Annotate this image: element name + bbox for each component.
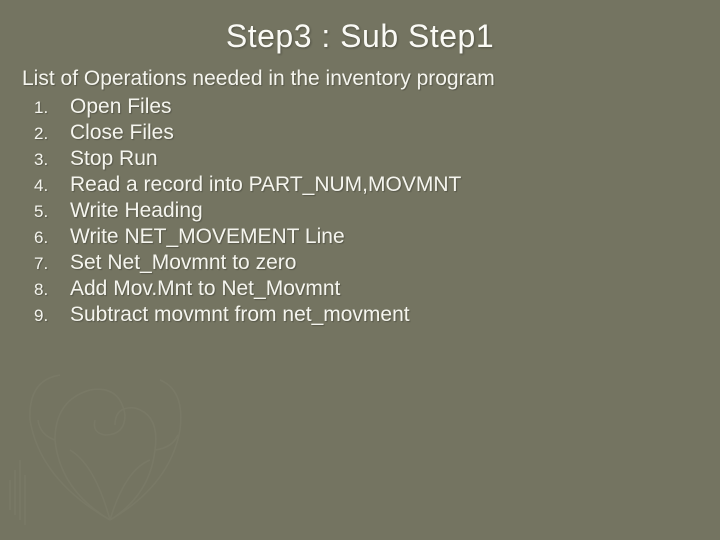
slide-subtitle: List of Operations needed in the invento… [22,67,698,91]
list-marker: 1. [34,98,70,118]
operations-list: 1.Open Files2.Close Files3.Stop Run4.Rea… [22,95,698,327]
list-item: 1.Open Files [34,95,698,119]
list-marker: 3. [34,150,70,170]
list-marker: 5. [34,202,70,222]
list-marker: 8. [34,280,70,300]
list-marker: 2. [34,124,70,144]
list-item-text: Write Heading [70,199,203,223]
slide-title: Step3 : Sub Step1 [22,18,698,55]
list-item-text: Add Mov.Mnt to Net_Movmnt [70,277,340,301]
list-item-text: Open Files [70,95,172,119]
list-marker: 9. [34,306,70,326]
list-item-text: Read a record into PART_NUM,MOVMNT [70,173,461,197]
list-item: 6.Write NET_MOVEMENT Line [34,225,698,249]
list-marker: 7. [34,254,70,274]
list-item: 4.Read a record into PART_NUM,MOVMNT [34,173,698,197]
list-item: 7.Set Net_Movmnt to zero [34,251,698,275]
list-marker: 4. [34,176,70,196]
decorative-swirl [0,320,220,540]
list-item: 2.Close Files [34,121,698,145]
list-item-text: Subtract movmnt from net_movment [70,303,410,327]
slide-content: Step3 : Sub Step1 List of Operations nee… [0,0,720,347]
list-marker: 6. [34,228,70,248]
list-item: 9.Subtract movmnt from net_movment [34,303,698,327]
list-item: 8.Add Mov.Mnt to Net_Movmnt [34,277,698,301]
list-item-text: Write NET_MOVEMENT Line [70,225,345,249]
list-item-text: Stop Run [70,147,158,171]
list-item-text: Close Files [70,121,174,145]
list-item-text: Set Net_Movmnt to zero [70,251,296,275]
list-item: 5.Write Heading [34,199,698,223]
list-item: 3.Stop Run [34,147,698,171]
